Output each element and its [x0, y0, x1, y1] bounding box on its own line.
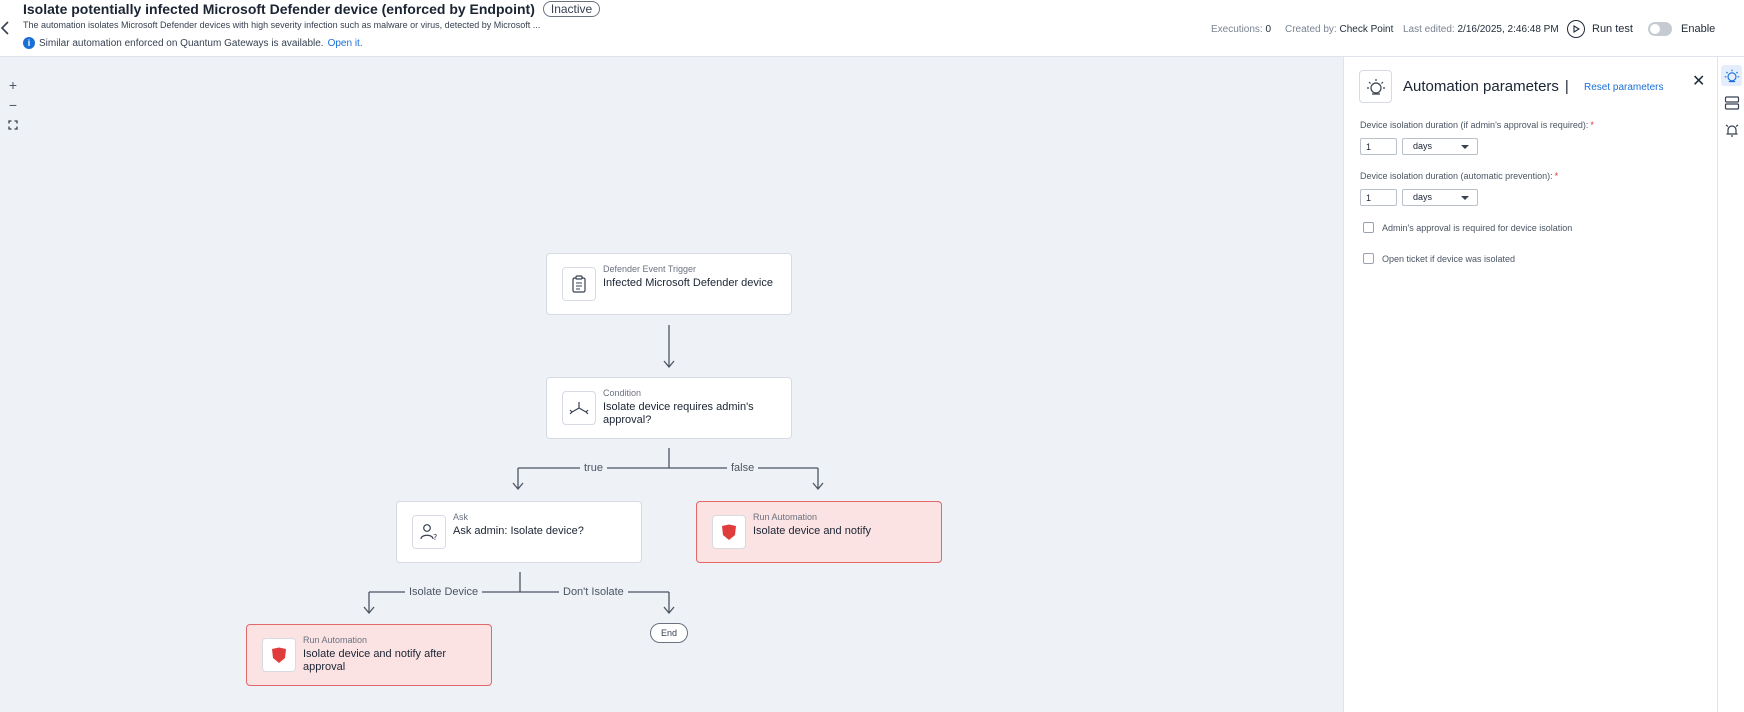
created-value: Check Point — [1339, 24, 1394, 35]
quantum-notice: i Similar automation enforced on Quantum… — [23, 37, 363, 49]
approval-duration-unit-select[interactable]: days — [1402, 138, 1478, 155]
panel-title-text: Automation parameters — [1403, 78, 1559, 95]
open-ticket-checkbox-row[interactable]: Open ticket if device was isolated — [1363, 253, 1515, 264]
created-label: Created by: — [1285, 24, 1337, 35]
node-name: Isolate device and notify after approval — [303, 648, 447, 673]
shield-icon — [262, 638, 296, 672]
edited-label: Last edited: — [1403, 24, 1455, 35]
checkbox-label: Open ticket if device was isolated — [1382, 253, 1516, 264]
field-label-auto-duration: Device isolation duration (automatic pre… — [1360, 171, 1558, 181]
enable-label: Enable — [1681, 23, 1716, 35]
auto-duration-input[interactable] — [1360, 189, 1397, 206]
info-icon: i — [23, 37, 35, 49]
open-it-link[interactable]: Open it. — [328, 38, 363, 49]
back-arrow-icon[interactable] — [0, 20, 10, 36]
executions-count: Executions: 0 — [1211, 24, 1271, 35]
checkbox-label: Admin's approval is required for device … — [1382, 222, 1573, 233]
edge-condition-branches — [517, 448, 819, 489]
trigger-node[interactable]: Defender Event Trigger Infected Microsof… — [546, 253, 792, 315]
side-icon-rail — [1717, 57, 1744, 712]
admin-approval-checkbox[interactable] — [1363, 222, 1374, 233]
node-name: Ask admin: Isolate device? — [453, 525, 584, 537]
field-label-text: Device isolation duration (if admin's ap… — [1360, 120, 1589, 130]
svg-text:?: ? — [433, 533, 437, 541]
field-label-approval-duration: Device isolation duration (if admin's ap… — [1360, 120, 1594, 130]
node-name: Isolate device requires admin's approval… — [603, 401, 754, 426]
enable-toggle[interactable]: Enable — [1648, 22, 1715, 36]
automation-header: Isolate potentially infected Microsoft D… — [0, 0, 1744, 57]
required-mark: * — [1554, 171, 1559, 181]
node-kind: Run Automation — [303, 635, 368, 645]
shield-icon — [712, 515, 746, 549]
field-label-text: Device isolation duration (automatic pre… — [1360, 171, 1553, 181]
last-edited: Last edited: 2/16/2025, 2:46:48 PM — [1403, 24, 1559, 35]
automation-description: The automation isolates Microsoft Defend… — [23, 20, 541, 30]
run-test-label: Run test — [1592, 23, 1633, 35]
node-kind: Run Automation — [753, 512, 818, 522]
edited-value: 2/16/2025, 2:46:48 PM — [1457, 24, 1559, 35]
panel-title: Automation parameters | — [1403, 78, 1569, 95]
admin-approval-checkbox-row[interactable]: Admin's approval is required for device … — [1363, 222, 1572, 233]
node-name: Isolate device and notify — [753, 525, 872, 537]
clipboard-icon — [562, 267, 596, 301]
status-badge: Inactive — [542, 1, 601, 17]
node-kind: Condition — [603, 388, 642, 398]
edge-label-dont-isolate: Don't Isolate — [559, 586, 628, 598]
close-icon[interactable]: ✕ — [1692, 71, 1705, 91]
created-by: Created by: Check Point — [1285, 24, 1393, 35]
branch-icon — [562, 391, 596, 425]
run-automation-node-after-approval[interactable]: Run Automation Isolate device and notify… — [246, 624, 492, 686]
open-ticket-checkbox[interactable] — [1363, 253, 1374, 264]
title-separator: | — [1564, 78, 1569, 95]
node-kind: Ask — [453, 512, 469, 522]
notice-text: Similar automation enforced on Quantum G… — [39, 37, 324, 49]
executions-label: Executions: — [1211, 24, 1263, 35]
required-mark: * — [1590, 120, 1594, 130]
node-kind: Defender Event Trigger — [603, 264, 697, 274]
auto-duration-unit-select[interactable]: days — [1402, 189, 1478, 206]
user-question-icon: ? — [412, 515, 446, 549]
approval-duration-input[interactable] — [1360, 138, 1397, 155]
alarm-rail-icon[interactable] — [1721, 119, 1742, 140]
play-icon — [1567, 20, 1585, 38]
workflow-canvas[interactable]: + − true false Isolate Device Don't Isol… — [0, 57, 1343, 712]
edge-label-true: true — [580, 462, 607, 474]
parameters-icon — [1359, 70, 1392, 103]
toggle-switch[interactable] — [1648, 22, 1672, 36]
edge-label-isolate: Isolate Device — [405, 586, 483, 598]
parameters-rail-icon[interactable] — [1721, 65, 1742, 86]
run-test-button[interactable]: Run test — [1567, 20, 1633, 38]
edge-label-false: false — [727, 462, 759, 474]
layout-rail-icon[interactable] — [1721, 92, 1742, 113]
reset-parameters-link[interactable]: Reset parameters — [1584, 82, 1663, 93]
executions-value: 0 — [1265, 24, 1272, 35]
run-automation-node-isolate[interactable]: Run Automation Isolate device and notify — [696, 501, 942, 563]
page-title: Isolate potentially infected Microsoft D… — [23, 1, 601, 17]
ask-node[interactable]: ? Ask Ask admin: Isolate device? — [396, 501, 642, 563]
node-name: Infected Microsoft Defender device — [603, 277, 773, 289]
end-node[interactable]: End — [650, 623, 688, 643]
condition-node[interactable]: Condition Isolate device requires admin'… — [546, 377, 792, 439]
automation-parameters-panel: Automation parameters | Reset parameters … — [1343, 57, 1717, 712]
title-text: Isolate potentially infected Microsoft D… — [23, 1, 535, 17]
